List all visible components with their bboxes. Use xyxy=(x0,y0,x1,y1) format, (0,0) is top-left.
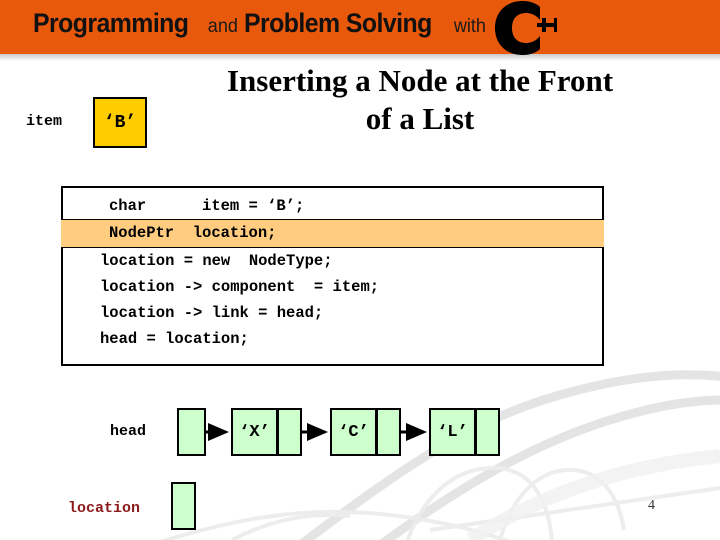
item-variable-label: item xyxy=(26,113,63,130)
list-node-link-0 xyxy=(277,408,302,456)
code-line: head = location; xyxy=(100,330,249,348)
list-node-link-1 xyxy=(376,408,401,456)
page-title-line-1: Inserting a Node at the Front xyxy=(226,63,614,98)
banner-word-problem-solving: Problem Solving xyxy=(243,8,432,38)
head-pointer-label: head xyxy=(110,423,147,440)
list-node-link-2-null xyxy=(475,408,500,456)
code-line: char item = ‘B’; xyxy=(109,197,305,215)
code-line: location = new NodeType; xyxy=(100,252,333,270)
banner-word-with: with xyxy=(453,16,486,37)
header-banner-shadow xyxy=(0,54,720,61)
banner-word-and: and xyxy=(207,16,238,37)
page-title: Inserting a Node at the Front of a List xyxy=(160,62,680,138)
location-variable-label: location xyxy=(68,500,141,517)
item-value-box: ‘B’ xyxy=(93,97,147,148)
code-line: location -> link = head; xyxy=(100,304,324,322)
list-node-data-1: ‘C’ xyxy=(330,408,377,456)
page-number: 4 xyxy=(648,498,655,513)
head-pointer-box xyxy=(177,408,206,456)
cpp-logo-icon xyxy=(495,1,557,55)
code-line: location -> component = item; xyxy=(100,278,380,296)
list-node-data-2: ‘L’ xyxy=(429,408,476,456)
page-title-line-2: of a List xyxy=(365,101,475,136)
code-line-highlighted: NodePtr location; xyxy=(61,219,604,248)
list-node-data-0: ‘X’ xyxy=(231,408,278,456)
banner-title: Programming and Problem Solving with xyxy=(33,8,491,48)
code-block: char item = ‘B’; NodePtr location; locat… xyxy=(61,186,604,366)
location-pointer-box xyxy=(171,482,196,530)
banner-word-programming: Programming xyxy=(33,8,189,38)
